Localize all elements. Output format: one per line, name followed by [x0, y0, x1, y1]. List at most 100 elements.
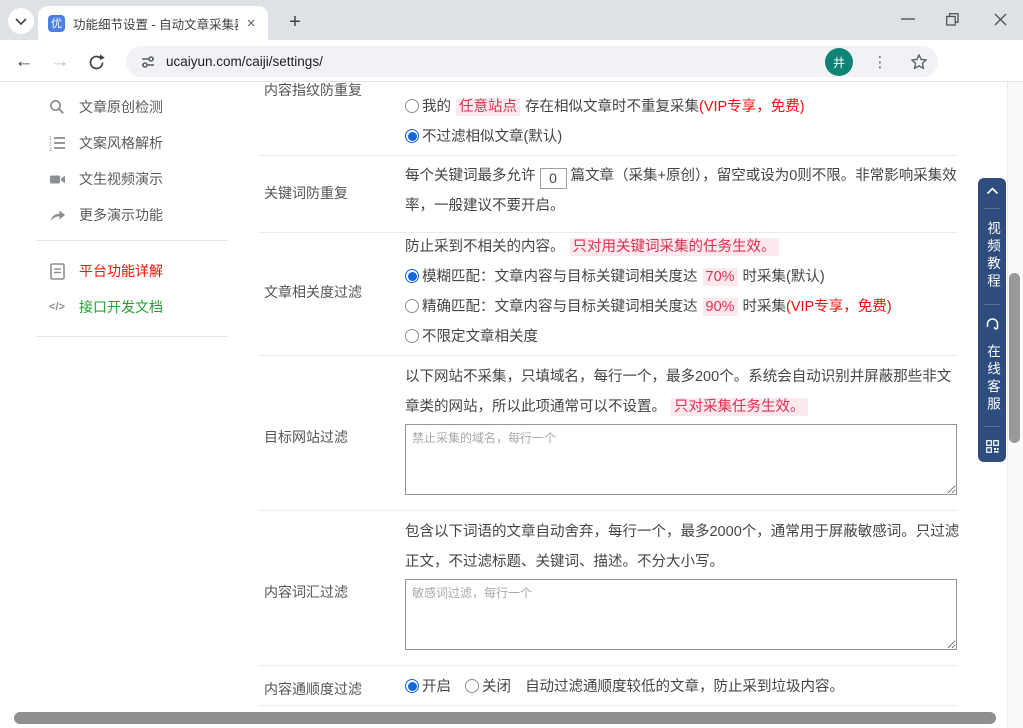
fluency-options: 开启 关闭 自动过滤通顺度较低的文章，防止采到垃圾内容。	[405, 672, 960, 702]
option-text: 不限定文章相关度	[422, 329, 538, 345]
option-text: 模糊匹配：文章内容与目标关键词相关度达	[422, 269, 698, 285]
option-text: 存在相似文章时不重复采集	[525, 99, 699, 115]
window-minimize-button[interactable]	[886, 0, 930, 38]
radio-option-my-sites[interactable]: 我的任意站点存在相似文章时不重复采集(VIP专享，免费)	[405, 92, 960, 122]
field-label-relevance-filter: 文章相关度过滤	[264, 282, 362, 302]
max-articles-input[interactable]	[540, 168, 567, 189]
document-icon	[48, 262, 66, 280]
tab-close-icon[interactable]: ×	[242, 14, 260, 32]
fluency-desc: 自动过滤通顺度较低的文章，防止采到垃圾内容。	[525, 679, 844, 695]
sidebar-item-originality-check[interactable]: 文章原创检测	[48, 97, 163, 117]
relevance-options: 防止采到不相关的内容。只对用关键词采集的任务生效。 模糊匹配：文章内容与目标关键…	[405, 232, 960, 352]
option-text: 开启	[422, 679, 451, 695]
field-label-keyword-dedupe: 关键词防重复	[264, 183, 348, 203]
site-favicon: 优	[48, 15, 65, 32]
percent-badge: 70%	[703, 268, 738, 286]
share-arrow-icon	[48, 206, 66, 224]
sidebar-item-label: 文生视频演示	[79, 169, 163, 189]
browser-menu-icon[interactable]: ⋮	[869, 50, 891, 74]
radio-option-no-filter[interactable]: 不过滤相似文章(默认)	[405, 122, 960, 152]
search-icon	[48, 98, 66, 116]
sidebar-item-style-analysis[interactable]: 123 文案风格解析	[48, 133, 163, 153]
sidebar-item-more-demos[interactable]: 更多演示功能	[48, 205, 163, 225]
ordered-list-icon: 123	[48, 134, 66, 152]
sidebar-divider	[36, 336, 228, 337]
option-text: 精确匹配：文章内容与目标关键词相关度达	[422, 299, 698, 315]
sidebar-item-label: 文章原创检测	[79, 97, 163, 117]
floating-help-widget: 视频教程 在线客服	[978, 178, 1006, 462]
radio-option-off[interactable]: 关闭	[465, 679, 511, 695]
sidebar-item-platform-features[interactable]: 平台功能详解	[48, 261, 163, 281]
sensitive-words-textarea[interactable]	[405, 579, 957, 650]
new-tab-button[interactable]: +	[282, 9, 308, 35]
window-close-button[interactable]	[978, 0, 1022, 38]
site-filter-desc: 以下网站不采集，只填域名，每行一个，最多200个。系统会自动识别并屏蔽那些非文章…	[405, 362, 960, 422]
highlight-note: 只对采集任务生效。	[671, 398, 808, 416]
tab-strip: 优 功能细节设置 - 自动文章采集器 × +	[0, 0, 1023, 40]
radio-icon[interactable]	[405, 99, 419, 113]
option-text: 关闭	[482, 679, 511, 695]
widget-divider	[984, 208, 1000, 209]
sidebar-item-api-docs[interactable]: </> 接口开发文档	[48, 297, 163, 317]
blocked-domains-textarea[interactable]	[405, 424, 957, 495]
horizontal-scrollbar-thumb[interactable]	[14, 712, 996, 724]
option-text: 不过滤相似文章(默认)	[422, 129, 562, 145]
sidebar-divider	[36, 240, 228, 241]
widget-divider	[984, 426, 1000, 427]
radio-icon[interactable]	[405, 329, 419, 343]
code-icon: </>	[48, 298, 66, 316]
tab-search-button[interactable]	[8, 8, 34, 34]
field-label-site-filter: 目标网站过滤	[264, 427, 348, 447]
reload-button[interactable]	[84, 50, 108, 74]
sidebar-item-label: 平台功能详解	[79, 261, 163, 281]
online-service-button[interactable]: 在线客服	[982, 344, 1002, 414]
row-divider	[258, 155, 958, 156]
back-button[interactable]: ←	[12, 50, 36, 74]
text: 每个关键词最多允许	[405, 168, 536, 184]
option-text: 我的	[422, 99, 451, 115]
vertical-scrollbar-thumb[interactable]	[1009, 273, 1020, 443]
option-text: 时采集(默认)	[743, 269, 825, 285]
field-label-fingerprint-dedupe: 内容指纹防重复	[264, 80, 362, 100]
window-restore-button[interactable]	[930, 0, 974, 38]
row-divider	[258, 705, 958, 706]
bookmark-star-icon[interactable]	[910, 53, 928, 71]
radio-icon[interactable]	[465, 679, 479, 693]
radio-option-exact-match[interactable]: 精确匹配：文章内容与目标关键词相关度达90%时采集(VIP专享，免费)	[405, 292, 960, 322]
radio-option-no-limit[interactable]: 不限定文章相关度	[405, 322, 960, 352]
browser-window: 文章原创检测 123 文案风格解析 文生视频演示 更多演示功能 平台功能详解 <…	[0, 0, 1023, 728]
qr-code-icon[interactable]	[986, 440, 999, 453]
forward-button[interactable]: →	[48, 50, 72, 74]
word-filter-desc: 包含以下词语的文章自动舍弃，每行一个，最多2000个，通常用于屏蔽敏感词。只过滤…	[405, 517, 960, 577]
radio-icon[interactable]	[405, 299, 419, 313]
vip-note: (VIP专享，免费)	[786, 299, 892, 315]
radio-selected-icon[interactable]	[405, 679, 419, 693]
video-tutorial-button[interactable]: 视频教程	[982, 221, 1002, 291]
active-tab[interactable]: 优 功能细节设置 - 自动文章采集器 ×	[38, 6, 268, 40]
url-text[interactable]: ucaiyun.com/caiji/settings/	[166, 54, 910, 69]
radio-selected-icon[interactable]	[405, 269, 419, 283]
sidebar-item-label: 文案风格解析	[79, 133, 163, 153]
field-label-word-filter: 内容词汇过滤	[264, 582, 348, 602]
vip-note: (VIP专享，免费)	[699, 99, 805, 115]
text: 防止采到不相关的内容。	[405, 239, 565, 255]
fingerprint-options: 我的任意站点存在相似文章时不重复采集(VIP专享，免费) 不过滤相似文章(默认)	[405, 92, 960, 152]
svg-text:3: 3	[49, 147, 52, 151]
collapse-chevron-icon[interactable]	[986, 187, 999, 195]
sidebar-item-text-to-video[interactable]: 文生视频演示	[48, 169, 163, 189]
tab-title: 功能细节设置 - 自动文章采集器	[73, 14, 238, 33]
headset-icon[interactable]	[985, 317, 1000, 331]
site-link[interactable]: 任意站点	[456, 98, 520, 116]
radio-option-on[interactable]: 开启	[405, 679, 451, 695]
site-info-icon[interactable]	[140, 54, 156, 70]
radio-selected-icon[interactable]	[405, 129, 419, 143]
address-bar[interactable]: ucaiyun.com/caiji/settings/	[126, 46, 938, 77]
percent-badge: 90%	[703, 298, 738, 316]
row-divider	[258, 510, 958, 511]
row-divider	[258, 355, 958, 356]
radio-option-fuzzy-match[interactable]: 模糊匹配：文章内容与目标关键词相关度达 70% 时采集(默认)	[405, 262, 960, 292]
browser-toolbar: ← → ucaiyun.com/caiji/settings/ 井 ⋮	[0, 40, 1023, 82]
profile-avatar[interactable]: 井	[825, 48, 853, 76]
relevance-desc: 防止采到不相关的内容。只对用关键词采集的任务生效。	[405, 232, 960, 262]
sidebar-item-label: 接口开发文档	[79, 297, 163, 317]
